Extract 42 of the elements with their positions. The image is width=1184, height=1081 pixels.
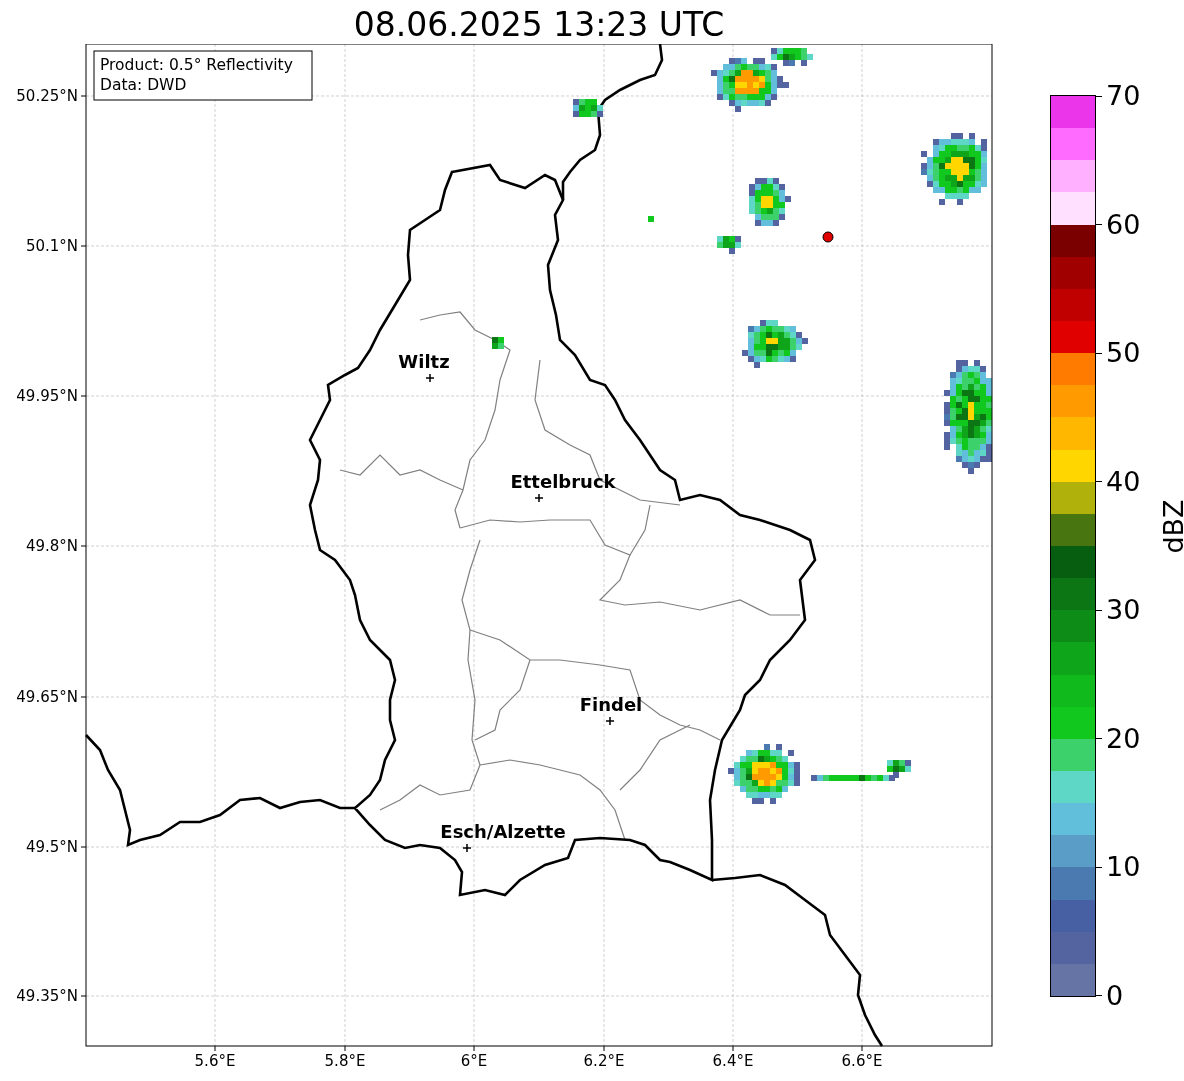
scale-tick-label: 70 (1106, 81, 1141, 111)
scale-tick-label: 0 (1106, 980, 1124, 1011)
city-label: Findel (579, 694, 643, 715)
chart-title: 08.06.2025 13:23 UTC (352, 4, 726, 44)
axis-tick-label: 6.6°E (841, 1052, 883, 1070)
radar-echo (648, 216, 654, 222)
axis-tick-label: 49.35°N (16, 987, 78, 1005)
axis-tick-label: 49.65°N (16, 688, 78, 706)
city-marker-icon (425, 373, 435, 383)
axis-tick-label: 5.8°E (324, 1052, 366, 1070)
city-label: Wiltz (398, 351, 450, 372)
axis-tick-label: 5.6°E (194, 1052, 236, 1070)
location-dot-icon (822, 231, 834, 243)
radar-echo (921, 133, 987, 205)
city-label: Esch/Alzette (440, 821, 566, 842)
info-text: Product: 0.5° Reflectivity (100, 56, 293, 74)
scale-tick-label: 60 (1106, 209, 1141, 240)
radar-echo (742, 320, 808, 368)
radar-echo (728, 744, 800, 804)
radar-echo (717, 236, 741, 254)
city-marker-icon (605, 716, 615, 726)
axis-tick-label: 49.8°N (25, 537, 78, 555)
axis-tick-label: 6.4°E (712, 1052, 754, 1070)
info-text: Data: DWD (100, 76, 187, 94)
axis-tick-label: 6°E (460, 1052, 488, 1070)
scale-tick-label: 50 (1106, 338, 1141, 369)
axis-tick-label: 50.25°N (16, 87, 78, 105)
scale-tick-label: 10 (1106, 852, 1141, 883)
scale-tick-label: 20 (1106, 723, 1141, 754)
radar-echo (492, 337, 504, 349)
axis-tick-label: 49.5°N (25, 838, 78, 856)
city-marker-icon (534, 493, 544, 503)
radar-echo (573, 99, 603, 117)
scale-unit-label: dBZ (1157, 498, 1184, 554)
radar-echo (749, 178, 791, 226)
axis-tick-label: 50.1°N (25, 237, 78, 255)
city-label: Ettelbruck (510, 471, 616, 492)
city-marker-icon (462, 843, 472, 853)
scale-tick-label: 30 (1106, 595, 1141, 626)
axis-tick-label: 6.2°E (583, 1052, 625, 1070)
scale-tick-label: 40 (1106, 466, 1141, 497)
axis-tick-label: 49.95°N (16, 387, 78, 405)
